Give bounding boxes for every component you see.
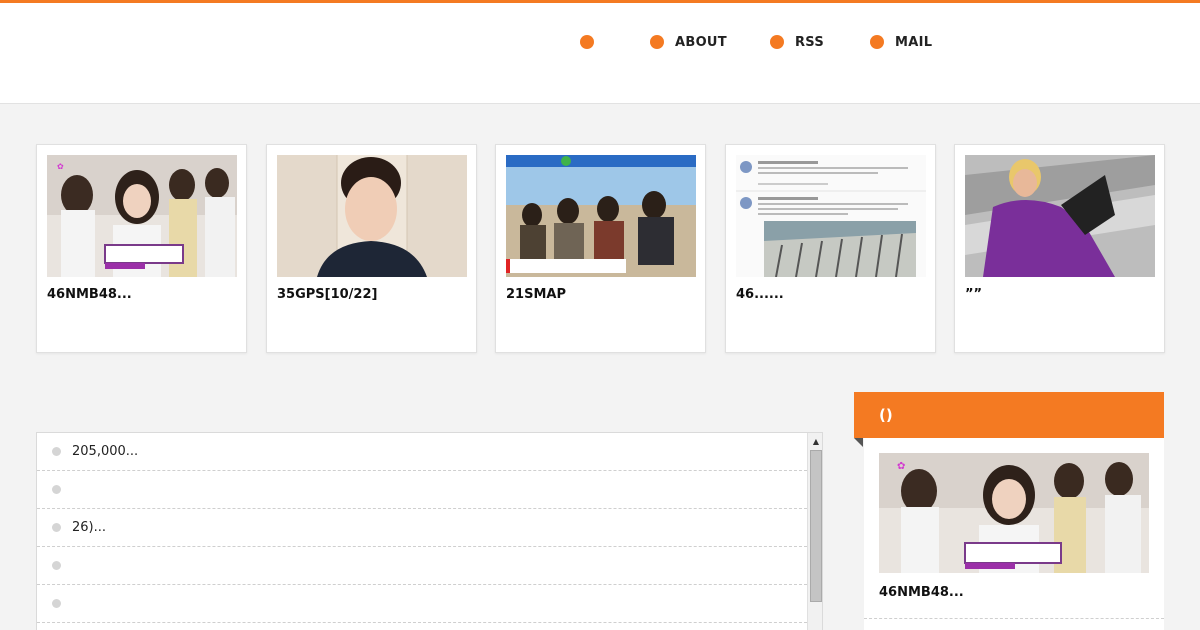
article-title[interactable]: 21SMAP: [506, 287, 566, 302]
photo-group-girls-image: ✿: [47, 155, 237, 277]
bullet-icon: [52, 599, 61, 608]
bullet-icon: [52, 447, 61, 456]
list-item[interactable]: 26)...: [37, 509, 807, 547]
widget-header-notch: [854, 438, 863, 447]
widget-title: (): [879, 406, 893, 424]
article-thumbnail[interactable]: [506, 155, 696, 277]
nav-item-home[interactable]: [580, 34, 605, 50]
article-title[interactable]: ””: [965, 287, 982, 302]
nav-item-label: ABOUT: [675, 34, 727, 50]
nav-item-label: RSS: [795, 34, 825, 50]
nav-item-about[interactable]: ABOUT: [650, 34, 727, 50]
article-thumbnail[interactable]: [736, 155, 926, 277]
article-list: 205,000... 26)... ▲: [36, 432, 823, 630]
bullet-icon: [52, 523, 61, 532]
article-thumbnail[interactable]: [277, 155, 467, 277]
widget-item-title[interactable]: 46NMB48...: [879, 585, 964, 600]
list-item[interactable]: [37, 585, 807, 623]
nav-item-rss[interactable]: RSS: [770, 34, 824, 50]
article-card[interactable]: ✿ 46NMB48...: [36, 144, 247, 353]
article-title[interactable]: 46......: [736, 287, 784, 302]
photo-tweet-screenshot-image: [736, 155, 926, 277]
photo-tv-show-men-image: [506, 155, 696, 277]
photo-purple-jacket-image: [965, 155, 1155, 277]
bullet-icon: [52, 485, 61, 494]
scroll-up-icon[interactable]: ▲: [808, 433, 822, 449]
site-header: ABOUT RSS MAIL: [0, 3, 1200, 104]
list-item-text: 205,000...: [72, 444, 139, 459]
list-scrollbar[interactable]: ▲: [807, 433, 822, 630]
list-item[interactable]: [37, 471, 807, 509]
nav-dot-icon: [650, 35, 664, 49]
article-card[interactable]: 35GPS[10/22]: [266, 144, 477, 353]
bullet-icon: [52, 561, 61, 570]
svg-text:✿: ✿: [57, 162, 64, 171]
sidebar-widget-header: (): [854, 392, 1164, 438]
scrollbar-thumb[interactable]: [810, 450, 822, 602]
article-title[interactable]: 35GPS[10/22]: [277, 287, 377, 302]
article-thumbnail[interactable]: [965, 155, 1155, 277]
article-title[interactable]: 46NMB48...: [47, 287, 132, 302]
article-card[interactable]: ””: [954, 144, 1165, 353]
nav-item-label: MAIL: [895, 34, 933, 50]
nav-dot-icon: [770, 35, 784, 49]
list-item-text: 26)...: [72, 520, 107, 535]
list-item[interactable]: [37, 547, 807, 585]
widget-item-thumbnail[interactable]: ✿: [879, 453, 1149, 573]
nav-dot-icon: [870, 35, 884, 49]
widget-divider: [864, 618, 1164, 619]
photo-portrait-woman-image: [277, 155, 467, 277]
article-card[interactable]: 21SMAP: [495, 144, 706, 353]
svg-text:✿: ✿: [897, 461, 905, 472]
photo-group-girls-image: ✿: [879, 453, 1149, 573]
article-card[interactable]: 46......: [725, 144, 936, 353]
list-item[interactable]: 205,000...: [37, 433, 807, 471]
nav-dot-icon: [580, 35, 594, 49]
article-thumbnail[interactable]: ✿: [47, 155, 237, 277]
nav-item-mail[interactable]: MAIL: [870, 34, 932, 50]
sidebar-widget-body: ✿ 46NMB48...: [864, 438, 1164, 630]
